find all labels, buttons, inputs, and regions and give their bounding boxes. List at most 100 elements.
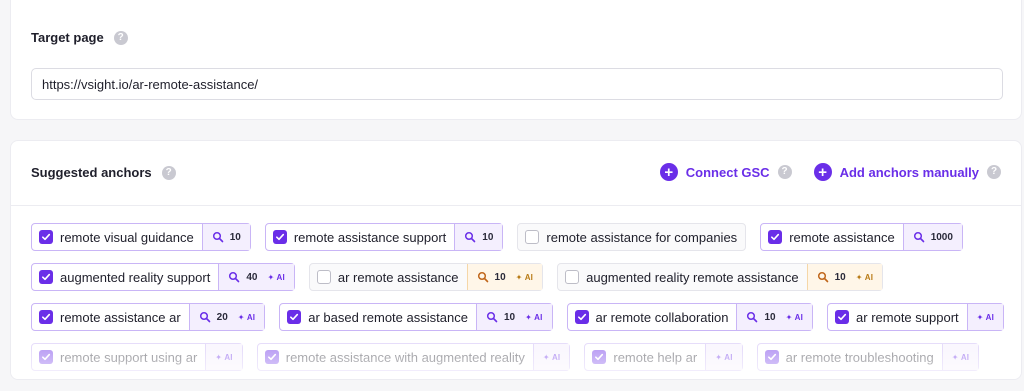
- anchor-meta: 10 ✦ AI: [806, 264, 883, 290]
- ai-label: AI: [864, 272, 874, 282]
- checkbox-checked-icon[interactable]: [287, 310, 302, 324]
- anchor-text: remote help ar: [613, 349, 698, 365]
- checkbox-checked-icon[interactable]: [592, 350, 607, 364]
- help-icon[interactable]: ?: [777, 165, 792, 179]
- sparkle-icon: ✦: [215, 352, 225, 362]
- anchor-actions: + Connect GSC ? + Add anchors manually ?: [659, 163, 1001, 181]
- anchor-chip[interactable]: remote assistance 1000: [760, 223, 963, 251]
- anchor-text: remote visual guidance: [60, 229, 194, 245]
- anchor-chip[interactable]: remote visual guidance 10: [31, 223, 251, 251]
- anchor-chip[interactable]: augmented reality remote assistance 10 ✦ A…: [557, 263, 884, 291]
- anchor-chip[interactable]: augmented reality support 40 ✦ AI: [31, 263, 295, 291]
- sparkle-icon: ✦: [525, 312, 535, 322]
- search-volume: 10: [834, 271, 846, 283]
- anchor-chip-main[interactable]: remote assistance for companies: [518, 224, 745, 250]
- sparkle-icon: ✦: [951, 352, 961, 362]
- anchor-chip[interactable]: ar remote troubleshooting ✦ AI: [756, 343, 980, 371]
- anchor-chip[interactable]: ar based remote assistance 10 ✦ AI: [279, 303, 553, 331]
- anchor-chip[interactable]: remote assistance support 10: [264, 223, 504, 251]
- anchor-chip-main[interactable]: remote assistance ar: [32, 304, 189, 330]
- ai-label: AI: [960, 352, 970, 362]
- ai-badge: ✦ AI: [786, 313, 803, 322]
- ai-label: AI: [985, 312, 995, 322]
- anchor-chip-main[interactable]: augmented reality remote assistance: [558, 264, 806, 290]
- checkbox-checked-icon[interactable]: [39, 230, 53, 244]
- anchor-text: ar remote troubleshooting: [785, 349, 934, 365]
- anchor-chip-main[interactable]: remote help ar: [585, 344, 705, 370]
- anchor-chip-main[interactable]: ar remote troubleshooting: [758, 344, 942, 370]
- sparkle-icon: ✦: [237, 312, 247, 322]
- target-url-input[interactable]: [31, 68, 1003, 100]
- anchor-chip-main[interactable]: remote assistance with augmented reality: [258, 344, 533, 370]
- anchor-chip[interactable]: remote assistance with augmented reality…: [256, 343, 571, 371]
- checkbox-unchecked-icon[interactable]: [565, 270, 580, 284]
- anchor-meta: 20 ✦ AI: [188, 304, 265, 330]
- search-icon: [913, 231, 924, 243]
- anchor-meta: 1000: [902, 224, 962, 250]
- checkbox-checked-icon[interactable]: [835, 310, 850, 324]
- anchor-chip-main[interactable]: ar remote support: [828, 304, 967, 330]
- ai-label: AI: [224, 352, 233, 362]
- anchor-meta: ✦ AI: [941, 344, 979, 370]
- checkbox-checked-icon[interactable]: [39, 270, 53, 284]
- search-volume: 10: [482, 231, 494, 243]
- checkbox-checked-icon[interactable]: [264, 350, 279, 364]
- anchor-chip-main[interactable]: augmented reality support: [32, 264, 218, 290]
- anchor-chip[interactable]: remote support using ar ✦ AI: [31, 343, 243, 371]
- checkbox-unchecked-icon[interactable]: [316, 270, 331, 284]
- anchor-chip-list: remote visual guidance 10 remote assistanc…: [31, 223, 1011, 379]
- checkbox-checked-icon[interactable]: [764, 350, 779, 364]
- anchor-chip-main[interactable]: remote support using ar: [32, 344, 205, 370]
- anchor-chip[interactable]: ar remote collaboration 10 ✦ AI: [566, 303, 814, 331]
- anchor-meta: 10: [201, 224, 250, 250]
- add-anchors-manually-button[interactable]: + Add anchors manually ?: [813, 163, 1001, 181]
- anchor-chip[interactable]: remote help ar ✦ AI: [584, 343, 743, 371]
- anchor-chip-main[interactable]: ar remote collaboration: [568, 304, 737, 330]
- sparkle-icon: ✦: [976, 312, 986, 322]
- search-volume: 40: [246, 271, 258, 283]
- anchor-chip-main[interactable]: remote assistance: [761, 224, 903, 250]
- anchor-meta: 10 ✦ AI: [466, 264, 543, 290]
- ai-badge: ✦ AI: [715, 353, 732, 362]
- sparkle-icon: ✦: [515, 272, 525, 282]
- ai-badge: ✦ AI: [977, 313, 994, 322]
- ai-label: AI: [246, 312, 256, 322]
- target-page-card: Target page ?: [10, 0, 1022, 120]
- checkbox-checked-icon[interactable]: [39, 310, 53, 324]
- search-volume: 10: [229, 231, 241, 243]
- anchor-chip-main[interactable]: remote visual guidance: [32, 224, 202, 250]
- anchor-chip[interactable]: remote assistance for companies: [517, 223, 747, 251]
- anchor-meta: ✦ AI: [205, 344, 242, 370]
- anchor-text: remote assistance for companies: [546, 229, 738, 245]
- checkbox-unchecked-icon[interactable]: [525, 230, 540, 244]
- help-icon[interactable]: ?: [113, 30, 128, 45]
- anchor-meta: 10 ✦ AI: [475, 304, 552, 330]
- checkbox-checked-icon[interactable]: [574, 310, 589, 324]
- ai-badge: ✦ AI: [516, 273, 533, 282]
- suggested-anchors-label: Suggested anchors: [31, 165, 152, 180]
- ai-badge: ✦ AI: [543, 353, 560, 362]
- anchor-text: ar remote collaboration: [595, 309, 729, 325]
- sparkle-icon: ✦: [785, 312, 795, 322]
- ai-badge: ✦ AI: [856, 273, 873, 282]
- anchor-chip[interactable]: ar remote assistance 10 ✦ AI: [308, 263, 544, 291]
- search-icon: [817, 271, 828, 283]
- checkbox-checked-icon[interactable]: [39, 350, 53, 364]
- anchor-chip-main[interactable]: remote assistance support: [266, 224, 454, 250]
- search-icon: [477, 271, 488, 283]
- checkbox-checked-icon[interactable]: [272, 230, 287, 244]
- section-divider: [11, 205, 1021, 206]
- ai-label: AI: [794, 312, 804, 322]
- connect-gsc-button[interactable]: + Connect GSC ?: [659, 163, 792, 181]
- checkbox-checked-icon[interactable]: [768, 230, 783, 244]
- help-icon[interactable]: ?: [987, 165, 1001, 179]
- anchor-chip-main[interactable]: ar remote assistance: [310, 264, 467, 290]
- help-icon[interactable]: ?: [161, 165, 176, 180]
- anchor-chip[interactable]: remote assistance ar 20 ✦ AI: [31, 303, 266, 331]
- anchor-chip-main[interactable]: ar based remote assistance: [280, 304, 476, 330]
- ai-label: AI: [524, 272, 534, 282]
- anchor-text: ar remote assistance: [337, 269, 459, 285]
- search-volume: 20: [216, 311, 228, 323]
- anchor-text: augmented reality remote assistance: [586, 269, 799, 285]
- anchor-chip[interactable]: ar remote support ✦ AI: [827, 303, 1005, 331]
